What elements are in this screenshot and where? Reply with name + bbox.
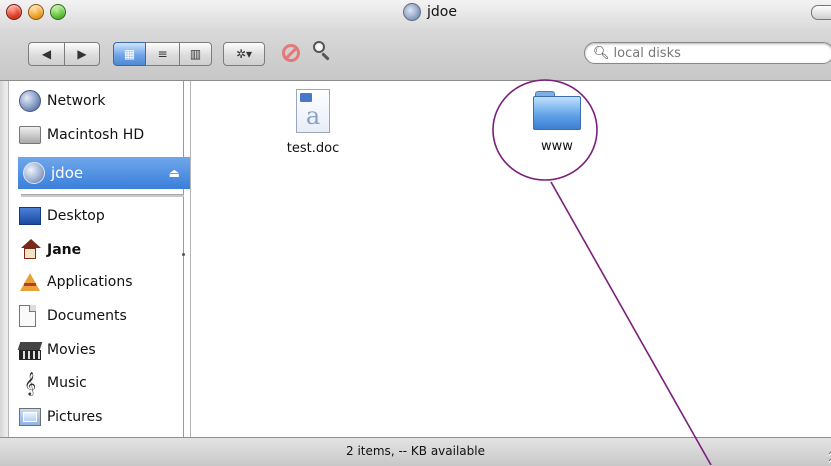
sidebar-item-label: Desktop	[47, 208, 105, 224]
hard-drive-icon	[19, 126, 41, 144]
folder-icon	[533, 89, 581, 131]
sidebar: Network Macintosh HD jdoe ⏏ Desktop Jane	[0, 81, 190, 437]
home-icon	[19, 239, 41, 261]
column-view-button[interactable]: ▥	[179, 42, 212, 66]
back-arrow-icon: ◀	[41, 47, 52, 61]
close-button[interactable]	[6, 4, 22, 20]
sidebar-item-label: jdoe	[51, 164, 84, 182]
list-view-button[interactable]: ≡	[146, 42, 179, 66]
sidebar-item-label: Jane	[47, 242, 82, 258]
desktop-icon	[19, 207, 41, 225]
file-item-test-doc[interactable]: a test.doc	[263, 89, 363, 156]
search-field[interactable]: 🔍︎	[584, 42, 831, 64]
home-folder-icon	[403, 3, 422, 21]
sidebar-item-applications[interactable]: Applications	[19, 268, 133, 296]
music-icon: 𝄞	[24, 371, 36, 395]
sidebar-item-documents[interactable]: Documents	[19, 302, 127, 330]
file-view: a test.doc www	[190, 81, 831, 437]
file-label: www	[541, 139, 573, 154]
sidebar-item-label: Macintosh HD	[47, 127, 145, 143]
burn-disabled-icon[interactable]	[282, 44, 300, 62]
file-label: test.doc	[286, 141, 340, 156]
action-menu-button[interactable]: ✲▾	[223, 42, 265, 66]
zoom-button[interactable]	[50, 4, 66, 20]
search-icon: 🔍︎	[593, 45, 610, 61]
gear-icon: ✲▾	[235, 47, 253, 61]
sidebar-item-label: Applications	[47, 274, 133, 290]
finder-window: jdoe ◀ ▶ ▦ ≡ ▥ ✲▾ 🔍︎ local disks Network…	[0, 0, 831, 466]
idisk-icon	[23, 162, 45, 184]
word-document-icon: a	[296, 89, 330, 133]
sidebar-item-jdoe[interactable]: jdoe ⏏	[18, 157, 190, 189]
movies-icon	[19, 350, 41, 360]
sidebar-item-macintosh-hd[interactable]: Macintosh HD	[19, 121, 144, 149]
sidebar-resize-handle[interactable]	[182, 253, 185, 256]
applications-icon	[19, 271, 41, 293]
forward-button[interactable]: ▶	[64, 42, 100, 66]
sidebar-list: Network Macintosh HD jdoe ⏏ Desktop Jane	[8, 81, 190, 437]
sidebar-item-label: Pictures	[47, 409, 103, 425]
column-view-icon: ▥	[189, 47, 202, 61]
sidebar-item-pictures[interactable]: Pictures	[19, 403, 102, 431]
eject-icon[interactable]: ⏏	[169, 166, 180, 180]
sidebar-item-label: Movies	[47, 342, 96, 358]
search-icon[interactable]	[313, 41, 333, 63]
icon-view-icon: ▦	[123, 47, 136, 61]
back-button[interactable]: ◀	[28, 42, 64, 66]
sidebar-item-jane[interactable]: Jane	[19, 236, 81, 264]
sidebar-item-movies[interactable]: Movies	[19, 336, 96, 364]
toolbar-toggle-button[interactable]	[811, 5, 831, 20]
sidebar-item-music[interactable]: 𝄞 Music	[19, 369, 87, 397]
pictures-icon	[19, 408, 41, 426]
network-icon	[19, 90, 41, 112]
documents-icon	[19, 305, 36, 327]
sidebar-item-desktop[interactable]: Desktop	[19, 202, 105, 230]
sidebar-item-network[interactable]: Network	[19, 87, 105, 115]
sidebar-item-label: Music	[47, 375, 87, 391]
forward-arrow-icon: ▶	[77, 47, 87, 61]
icon-view-button[interactable]: ▦	[113, 42, 146, 66]
minimize-button[interactable]	[28, 4, 44, 20]
sidebar-item-label: Network	[47, 93, 106, 109]
window-title-text: jdoe	[427, 4, 457, 20]
window-title: jdoe	[360, 3, 500, 21]
sidebar-divider	[21, 194, 184, 197]
toolbar-area: jdoe ◀ ▶ ▦ ≡ ▥ ✲▾ 🔍︎	[0, 0, 831, 81]
file-item-www[interactable]: www	[507, 89, 607, 154]
list-view-icon: ≡	[157, 47, 168, 61]
status-text: 2 items, -- KB available	[346, 444, 485, 458]
status-bar: 2 items, -- KB available	[0, 437, 831, 466]
sidebar-item-label: Documents	[47, 308, 127, 324]
search-input[interactable]	[611, 44, 816, 62]
